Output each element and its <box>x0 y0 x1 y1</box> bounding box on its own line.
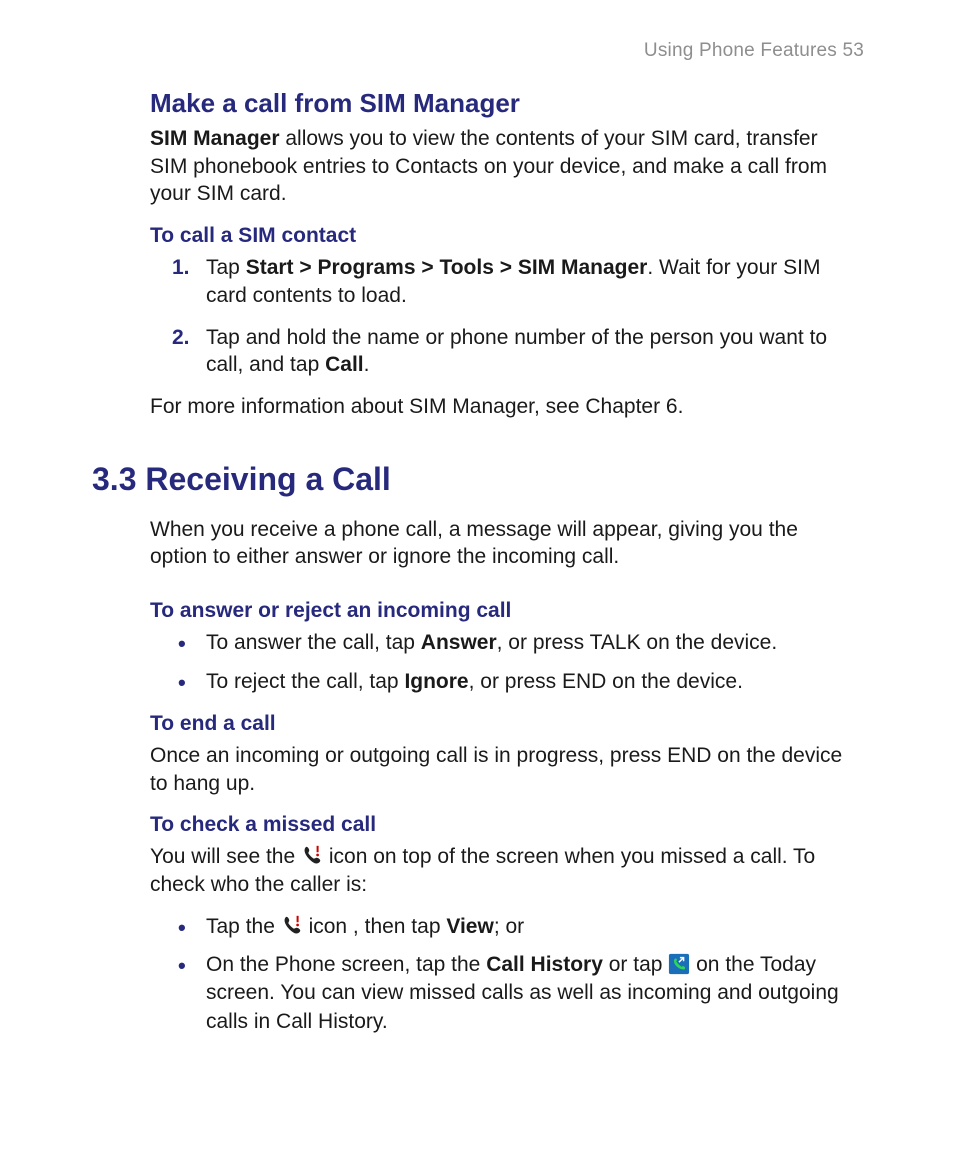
text: , or press TALK on the device. <box>497 631 778 654</box>
bullet-call-history: On the Phone screen, tap the Call Histor… <box>206 951 859 1036</box>
subheading-answer-reject: To answer or reject an incoming call <box>150 599 859 623</box>
subheading-call-sim-contact: To call a SIM contact <box>150 224 859 248</box>
manual-page: Using Phone Features 53 Make a call from… <box>0 0 954 1173</box>
section-heading-receiving-call: 3.3 Receiving a Call <box>92 461 859 498</box>
bold-path: Start > Programs > Tools > SIM Manager <box>246 256 648 279</box>
section-heading-sim-manager: Make a call from SIM Manager <box>150 88 859 119</box>
bold-view: View <box>446 915 493 938</box>
text: You will see the <box>150 845 301 868</box>
text: icon , then tap <box>309 915 447 938</box>
missed-call-para: You will see the icon on top of the scre… <box>150 843 859 898</box>
sim-manager-intro: SIM Manager allows you to view the conte… <box>150 125 859 208</box>
subheading-missed-call: To check a missed call <box>150 813 859 837</box>
receiving-call-intro: When you receive a phone call, a message… <box>150 516 859 571</box>
text: Tap <box>206 256 246 279</box>
bold-ignore: Ignore <box>404 670 468 693</box>
text: , or press END on the device. <box>469 670 743 693</box>
bold-call-history: Call History <box>486 953 603 976</box>
text: To reject the call, tap <box>206 670 404 693</box>
bold-sim-manager: SIM Manager <box>150 127 280 150</box>
text: ; or <box>494 915 524 938</box>
missed-call-icon <box>281 914 303 936</box>
bullet-reject: To reject the call, tap Ignore, or press… <box>206 668 859 696</box>
step-number: 2. <box>172 324 190 352</box>
page-content: Make a call from SIM Manager SIM Manager… <box>150 88 859 1036</box>
step-2: 2. Tap and hold the name or phone number… <box>206 324 859 379</box>
bold-call: Call <box>325 353 364 376</box>
sim-manager-footer: For more information about SIM Manager, … <box>150 393 859 421</box>
text: To answer the call, tap <box>206 631 421 654</box>
text: Tap and hold the name or phone number of… <box>206 326 827 377</box>
text: . <box>364 353 370 376</box>
end-call-para: Once an incoming or outgoing call is in … <box>150 742 859 797</box>
text: Tap the <box>206 915 281 938</box>
missed-call-list: Tap the icon , then tap View; or On the … <box>150 913 859 1036</box>
bullet-answer: To answer the call, tap Answer, or press… <box>206 629 859 657</box>
text: or tap <box>603 953 668 976</box>
steps-call-sim-contact: 1. Tap Start > Programs > Tools > SIM Ma… <box>150 254 859 379</box>
text: On the Phone screen, tap the <box>206 953 486 976</box>
step-number: 1. <box>172 254 190 282</box>
missed-call-icon <box>301 844 323 866</box>
call-history-icon <box>668 953 690 975</box>
step-1: 1. Tap Start > Programs > Tools > SIM Ma… <box>206 254 859 309</box>
bullet-tap-icon: Tap the icon , then tap View; or <box>206 913 859 941</box>
answer-reject-list: To answer the call, tap Answer, or press… <box>150 629 859 696</box>
bold-answer: Answer <box>421 631 497 654</box>
subheading-end-call: To end a call <box>150 712 859 736</box>
running-header: Using Phone Features 53 <box>644 40 864 62</box>
